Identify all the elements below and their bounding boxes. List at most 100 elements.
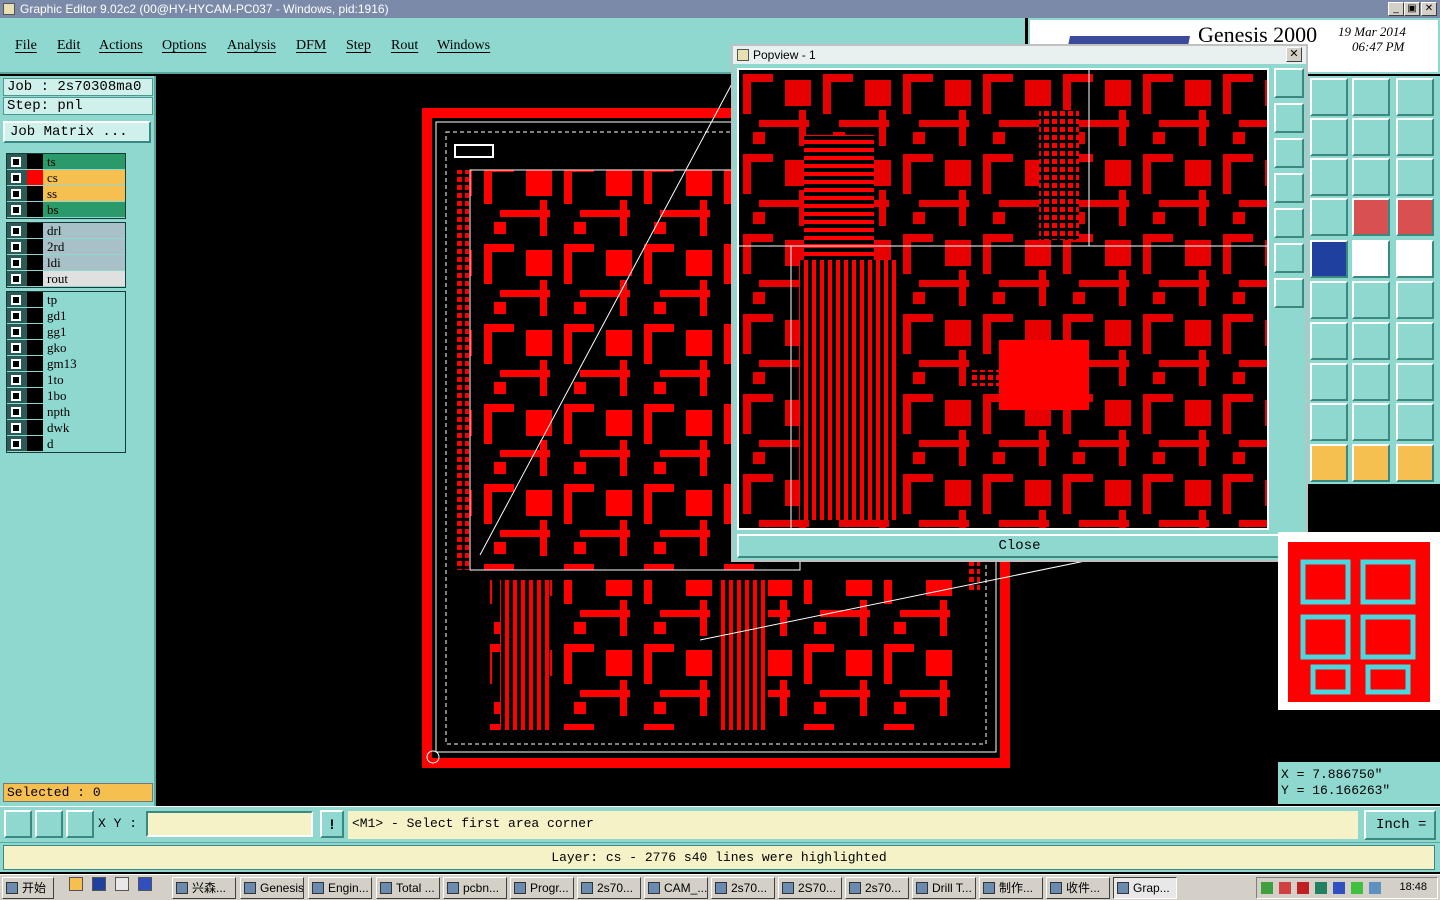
maximize-button[interactable]: ▣ [1404, 2, 1420, 16]
units-dropdown[interactable]: Inch = [1364, 810, 1436, 840]
task-item[interactable]: 收件... [1046, 877, 1110, 899]
connect-icon[interactable] [1352, 281, 1390, 319]
layer-row-dwk[interactable]: dwk [7, 420, 125, 436]
popview-pan-down-icon[interactable] [1274, 138, 1304, 168]
layer-checkbox[interactable] [11, 274, 21, 284]
menu-step[interactable]: Step [346, 38, 371, 54]
popview-close-button[interactable]: Close [737, 534, 1302, 558]
layer-row-gko[interactable]: gko [7, 340, 125, 356]
task-item-active[interactable]: Grap... [1113, 877, 1177, 899]
exit-icon[interactable] [1310, 118, 1348, 156]
task-item[interactable]: Engin... [308, 877, 372, 899]
s-shape-icon[interactable] [1396, 118, 1434, 156]
menu-actions[interactable]: Actions [99, 38, 143, 54]
ruler-icon[interactable] [1352, 240, 1390, 278]
layer-checkbox[interactable] [11, 407, 21, 417]
grid-icon[interactable] [1310, 198, 1348, 236]
tray-icon[interactable] [1261, 882, 1273, 894]
menu-rout[interactable]: Rout [391, 38, 418, 54]
layer-checkbox[interactable] [11, 242, 21, 252]
layer-checkbox[interactable] [11, 205, 21, 215]
tray-icon[interactable] [1297, 882, 1309, 894]
clock-icon[interactable] [69, 877, 83, 891]
task-item[interactable]: 制作... [979, 877, 1043, 899]
home-icon[interactable] [1310, 78, 1348, 116]
popview-pan-right-icon[interactable] [1274, 208, 1304, 238]
shape-icon[interactable] [1396, 363, 1434, 401]
task-item[interactable]: 兴森... [172, 877, 236, 899]
dot-icon[interactable] [1396, 240, 1434, 278]
measure-angle-icon[interactable] [35, 810, 63, 838]
select-path-icon[interactable] [1396, 444, 1434, 482]
task-item[interactable]: Total ... [376, 877, 440, 899]
line-icon[interactable] [1310, 322, 1348, 360]
layer-checkbox[interactable] [11, 226, 21, 236]
task-item[interactable]: 2S70... [778, 877, 842, 899]
job-matrix-button[interactable]: Job Matrix ... [3, 121, 151, 143]
edit-icon[interactable] [115, 877, 129, 891]
layer-row-cs[interactable]: cs [7, 170, 125, 186]
measure-icon[interactable] [1310, 240, 1348, 278]
layer-row-ss[interactable]: ss [7, 186, 125, 202]
layer-checkbox[interactable] [11, 258, 21, 268]
task-item[interactable]: Genesis [240, 877, 304, 899]
layer-checkbox[interactable] [11, 327, 21, 337]
letter-a-3-icon[interactable] [1396, 403, 1434, 441]
layer-checkbox[interactable] [11, 311, 21, 321]
layer-row-1to[interactable]: 1to [7, 372, 125, 388]
menu-dfm[interactable]: DFM [296, 38, 326, 54]
menu-edit[interactable]: Edit [57, 38, 80, 54]
layer-row-d[interactable]: d [7, 436, 125, 452]
horizontal-line-icon[interactable] [1310, 363, 1348, 401]
layer-row-1bo[interactable]: 1bo [7, 388, 125, 404]
tray-icon[interactable] [1333, 882, 1345, 894]
connect-2-icon[interactable] [1396, 281, 1434, 319]
layer-row-ts[interactable]: ts [7, 154, 125, 170]
minimize-button[interactable]: _ [1388, 2, 1404, 16]
tray-icon[interactable] [1351, 882, 1363, 894]
select-arrow-icon[interactable] [1310, 444, 1348, 482]
layer-checkbox[interactable] [11, 423, 21, 433]
layer-checkbox[interactable] [11, 189, 21, 199]
snap-pad-2-icon[interactable] [1396, 198, 1434, 236]
tray-icon[interactable] [1315, 882, 1327, 894]
letter-a-icon[interactable] [1310, 403, 1348, 441]
menu-options[interactable]: Options [162, 38, 206, 54]
layer-row-rout[interactable]: rout [7, 271, 125, 287]
layer-row-tp[interactable]: tp [7, 292, 125, 308]
letter-a-2-icon[interactable] [1352, 403, 1390, 441]
layer-row-2rd[interactable]: 2rd [7, 239, 125, 255]
layer-row-ldi[interactable]: ldi [7, 255, 125, 271]
layer-checkbox[interactable] [11, 343, 21, 353]
layer-checkbox[interactable] [11, 157, 21, 167]
layer-checkbox[interactable] [11, 391, 21, 401]
popview-close-x-button[interactable]: ✕ [1286, 47, 1302, 62]
save-icon[interactable] [138, 877, 152, 891]
layer-checkbox[interactable] [11, 359, 21, 369]
layer-row-bs[interactable]: bs [7, 202, 125, 218]
popview-zoom-in-icon[interactable] [1274, 243, 1304, 273]
popview-pan-left-icon[interactable] [1274, 173, 1304, 203]
tray-icon[interactable] [1369, 882, 1381, 894]
layer-row-gg1[interactable]: gg1 [7, 324, 125, 340]
minimap[interactable] [1278, 532, 1440, 710]
text-icon[interactable] [1396, 322, 1434, 360]
layer-checkbox[interactable] [11, 439, 21, 449]
layer-row-gm13[interactable]: gm13 [7, 356, 125, 372]
task-item[interactable]: Drill T... [912, 877, 976, 899]
popview-zoom-out-icon[interactable] [1274, 278, 1304, 308]
house-icon[interactable] [1352, 78, 1390, 116]
layer-checkbox[interactable] [11, 295, 21, 305]
menu-analysis[interactable]: Analysis [227, 38, 276, 54]
cross-icon[interactable] [1310, 281, 1348, 319]
start-button[interactable]: 开始 [2, 877, 54, 899]
snap-pad-icon[interactable] [1352, 198, 1390, 236]
tray-icon[interactable] [1279, 882, 1291, 894]
window-icon[interactable] [1396, 78, 1434, 116]
scale-1-2-icon[interactable] [1352, 158, 1390, 196]
popview-pan-up-icon[interactable] [1274, 103, 1304, 133]
layer-checkbox[interactable] [11, 375, 21, 385]
arc-icon[interactable] [1352, 322, 1390, 360]
layer-row-npth[interactable]: npth [7, 404, 125, 420]
task-item[interactable]: CAM_... [644, 877, 708, 899]
